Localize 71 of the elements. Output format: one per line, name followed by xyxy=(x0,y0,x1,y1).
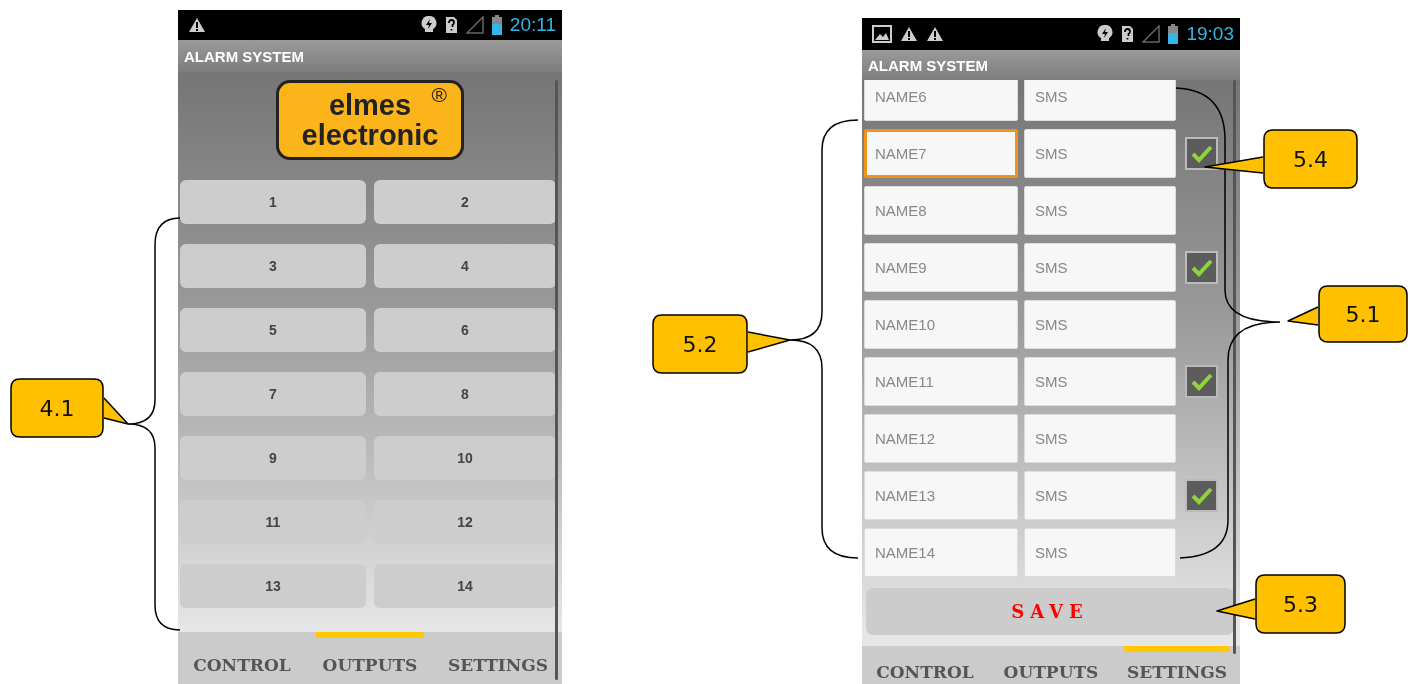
output-button[interactable]: 1 xyxy=(180,180,366,224)
callout-label: 5.2 xyxy=(681,331,719,357)
sms-field[interactable]: SMS xyxy=(1024,471,1176,520)
save-button[interactable]: SAVE xyxy=(866,588,1234,635)
lightbulb-icon xyxy=(420,15,437,35)
name-field[interactable]: NAME8 xyxy=(864,186,1018,235)
name-field[interactable]: NAME10 xyxy=(864,300,1018,349)
checkbox[interactable] xyxy=(1185,137,1218,170)
signal-icon xyxy=(1142,25,1161,43)
output-button[interactable]: 3 xyxy=(180,244,366,288)
callout-label: 4.1 xyxy=(38,395,76,421)
output-button[interactable]: 6 xyxy=(374,308,556,352)
callout-label: 5.1 xyxy=(1344,301,1382,327)
scroll-bar[interactable] xyxy=(555,80,558,680)
output-button[interactable]: 5 xyxy=(180,308,366,352)
checkmark-icon xyxy=(1190,144,1213,163)
output-button[interactable]: 14 xyxy=(374,564,556,608)
tab[interactable]: CONTROL xyxy=(862,646,988,684)
image-icon xyxy=(872,25,892,43)
name-field[interactable]: NAME7 xyxy=(864,129,1018,178)
sms-field[interactable]: SMS xyxy=(1024,528,1176,577)
warning-icon xyxy=(188,17,206,33)
app-title: ALARM SYSTEM xyxy=(184,47,304,65)
name-field[interactable]: NAME9 xyxy=(864,243,1018,292)
output-button[interactable]: 8 xyxy=(374,372,556,416)
checkmark-icon xyxy=(1190,486,1213,505)
signal-icon xyxy=(465,16,484,34)
sms-field[interactable]: SMS xyxy=(1024,414,1176,463)
name-field[interactable]: NAME13 xyxy=(864,471,1018,520)
callout-label: 5.4 xyxy=(1292,146,1329,172)
battery-icon xyxy=(491,15,502,35)
name-field[interactable]: NAME14 xyxy=(864,528,1018,577)
output-button[interactable]: 2 xyxy=(374,180,556,224)
logo: elmes electronic ® xyxy=(276,80,464,160)
output-button[interactable]: 11 xyxy=(180,500,366,544)
tab[interactable]: OUTPUTS xyxy=(988,646,1114,684)
checkmark-icon xyxy=(1190,258,1213,277)
status-time: 20:11 xyxy=(509,14,556,36)
output-button[interactable]: 4 xyxy=(374,244,556,288)
name-field[interactable]: NAME11 xyxy=(864,357,1018,406)
tab[interactable]: OUTPUTS xyxy=(306,632,434,684)
tab[interactable]: CONTROL xyxy=(178,632,306,684)
output-button[interactable]: 12 xyxy=(374,500,556,544)
output-button[interactable]: 10 xyxy=(374,436,556,480)
output-button[interactable]: 13 xyxy=(180,564,366,608)
checkbox[interactable] xyxy=(1185,365,1218,398)
output-button[interactable]: 7 xyxy=(180,372,366,416)
tab[interactable]: SETTINGS xyxy=(434,632,562,684)
sms-field[interactable]: SMS xyxy=(1024,186,1176,235)
checkbox[interactable] xyxy=(1185,251,1218,284)
sim-card-icon xyxy=(1121,25,1135,43)
sms-field[interactable]: SMS xyxy=(1024,129,1176,178)
warning-icon xyxy=(926,26,944,42)
checkbox[interactable] xyxy=(1185,479,1218,512)
app-title: ALARM SYSTEM xyxy=(868,56,988,74)
sms-field[interactable]: SMS xyxy=(1024,80,1176,121)
callout-label: 5.3 xyxy=(1282,591,1319,617)
lightbulb-icon xyxy=(1097,24,1114,44)
name-field[interactable]: NAME6 xyxy=(864,80,1018,121)
warning-icon xyxy=(900,26,918,42)
sms-field[interactable]: SMS xyxy=(1024,243,1176,292)
output-button[interactable]: 9 xyxy=(180,436,366,480)
name-field[interactable]: NAME12 xyxy=(864,414,1018,463)
sms-field[interactable]: SMS xyxy=(1024,357,1176,406)
scroll-bar[interactable] xyxy=(1233,80,1236,654)
checkmark-icon xyxy=(1190,372,1213,391)
tab[interactable]: SETTINGS xyxy=(1114,646,1240,684)
sim-card-icon xyxy=(444,16,458,34)
status-time: 19:03 xyxy=(1186,23,1234,45)
battery-icon xyxy=(1168,24,1179,44)
sms-field[interactable]: SMS xyxy=(1024,300,1176,349)
